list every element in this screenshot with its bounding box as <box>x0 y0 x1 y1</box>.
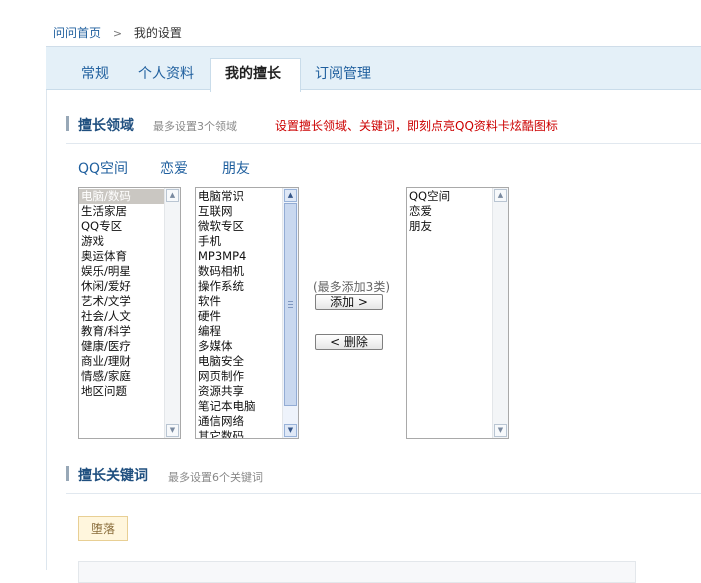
selected-option[interactable]: 朋友 <box>407 219 492 234</box>
subcategory-options: 电脑常识 互联网 微软专区 手机 MP3MP4 数码相机 操作系统 软件 硬件 … <box>196 189 282 438</box>
category-option[interactable]: 商业/理财 <box>79 354 164 369</box>
category-option[interactable]: 情感/家庭 <box>79 369 164 384</box>
grip-line <box>288 307 293 308</box>
category-option[interactable]: 艺术/文学 <box>79 294 164 309</box>
subcategory-scrollbar[interactable]: ▲ ▼ <box>282 188 298 438</box>
subcategory-option[interactable]: 互联网 <box>196 204 282 219</box>
subcategory-option[interactable]: 电脑安全 <box>196 354 282 369</box>
keyword-tag[interactable]: 堕落 <box>78 516 128 541</box>
subcategory-option[interactable]: 笔记本电脑 <box>196 399 282 414</box>
category-option[interactable]: 社会/人文 <box>79 309 164 324</box>
subcategory-option[interactable]: 资源共享 <box>196 384 282 399</box>
grip-line <box>288 304 293 305</box>
category-option[interactable]: 教育/科学 <box>79 324 164 339</box>
selected-chip-love[interactable]: 恋爱 <box>160 158 188 178</box>
category-listbox[interactable]: 电脑/数码 生活家居 QQ专区 游戏 奥运体育 娱乐/明星 休闲/爱好 艺术/文… <box>78 187 181 439</box>
content-left-border <box>46 90 47 570</box>
keywords-limit-hint: 最多设置6个关键词 <box>168 471 263 484</box>
scroll-down-arrow-icon[interactable]: ▼ <box>494 424 507 437</box>
tab-general[interactable]: 常规 <box>81 63 109 83</box>
subcategory-option[interactable]: MP3MP4 <box>196 249 282 264</box>
selected-scrollbar[interactable]: ▲ ▼ <box>492 188 508 438</box>
scrollbar-thumb[interactable] <box>284 203 297 406</box>
expertise-section-title: 擅长领域 <box>78 118 134 134</box>
breadcrumb-separator: > <box>112 27 123 40</box>
scroll-down-arrow-icon[interactable]: ▼ <box>284 424 297 437</box>
tab-my-expertise[interactable]: 我的擅长 <box>225 63 281 83</box>
category-option[interactable]: 娱乐/明星 <box>79 264 164 279</box>
selected-chip-qzone[interactable]: QQ空间 <box>78 158 128 178</box>
expertise-limit-hint: 最多设置3个领域 <box>153 120 237 133</box>
section-marker <box>66 466 69 481</box>
category-option[interactable]: 休闲/爱好 <box>79 279 164 294</box>
selected-options: QQ空间 恋爱 朋友 <box>407 189 492 234</box>
selected-option[interactable]: 恋爱 <box>407 204 492 219</box>
breadcrumb-home-link[interactable]: 问问首页 <box>53 26 101 40</box>
subcategory-option[interactable]: 其它数码 <box>196 429 282 438</box>
keyword-input-area[interactable] <box>78 561 636 583</box>
scroll-down-arrow-icon[interactable]: ▼ <box>166 424 179 437</box>
scroll-up-arrow-icon[interactable]: ▲ <box>284 189 297 202</box>
remove-button[interactable]: < 删除 <box>315 334 383 350</box>
category-option[interactable]: 健康/医疗 <box>79 339 164 354</box>
subcategory-option[interactable]: 软件 <box>196 294 282 309</box>
subcategory-option[interactable]: 数码相机 <box>196 264 282 279</box>
subcategory-option[interactable]: 操作系统 <box>196 279 282 294</box>
add-limit-note: (最多添加3类) <box>313 280 390 294</box>
subcategory-option[interactable]: 微软专区 <box>196 219 282 234</box>
section-marker <box>66 116 69 131</box>
subcategory-option[interactable]: 硬件 <box>196 309 282 324</box>
section-divider <box>66 143 701 144</box>
tab-subscriptions[interactable]: 订阅管理 <box>315 63 371 83</box>
scroll-up-arrow-icon[interactable]: ▲ <box>494 189 507 202</box>
add-button[interactable]: 添加 > <box>315 294 383 310</box>
category-option[interactable]: 地区问题 <box>79 384 164 399</box>
subcategory-listbox[interactable]: 电脑常识 互联网 微软专区 手机 MP3MP4 数码相机 操作系统 软件 硬件 … <box>195 187 299 439</box>
section-divider <box>66 493 701 494</box>
expertise-notice: 设置擅长领域、关键词，即刻点亮QQ资料卡炫酷图标 <box>275 119 558 133</box>
category-option[interactable]: 奥运体育 <box>79 249 164 264</box>
category-option-selected[interactable]: 电脑/数码 <box>79 189 164 204</box>
grip-line <box>288 301 293 302</box>
subcategory-option[interactable]: 电脑常识 <box>196 189 282 204</box>
subcategory-option[interactable]: 多媒体 <box>196 339 282 354</box>
category-scrollbar[interactable]: ▲ ▼ <box>164 188 180 438</box>
subcategory-option[interactable]: 网页制作 <box>196 369 282 384</box>
category-option[interactable]: QQ专区 <box>79 219 164 234</box>
category-options: 电脑/数码 生活家居 QQ专区 游戏 奥运体育 娱乐/明星 休闲/爱好 艺术/文… <box>79 189 164 399</box>
subcategory-option[interactable]: 编程 <box>196 324 282 339</box>
category-option[interactable]: 游戏 <box>79 234 164 249</box>
breadcrumb: 问问首页 > 我的设置 <box>53 24 182 41</box>
breadcrumb-current: 我的设置 <box>133 26 182 40</box>
scroll-up-arrow-icon[interactable]: ▲ <box>166 189 179 202</box>
selected-chip-friends[interactable]: 朋友 <box>222 158 250 178</box>
subcategory-option[interactable]: 通信网络 <box>196 414 282 429</box>
selected-listbox[interactable]: QQ空间 恋爱 朋友 ▲ ▼ <box>406 187 509 439</box>
category-option[interactable]: 生活家居 <box>79 204 164 219</box>
keywords-section-title: 擅长关键词 <box>78 468 148 484</box>
selected-option[interactable]: QQ空间 <box>407 189 492 204</box>
subcategory-option[interactable]: 手机 <box>196 234 282 249</box>
tab-profile[interactable]: 个人资料 <box>138 63 194 83</box>
